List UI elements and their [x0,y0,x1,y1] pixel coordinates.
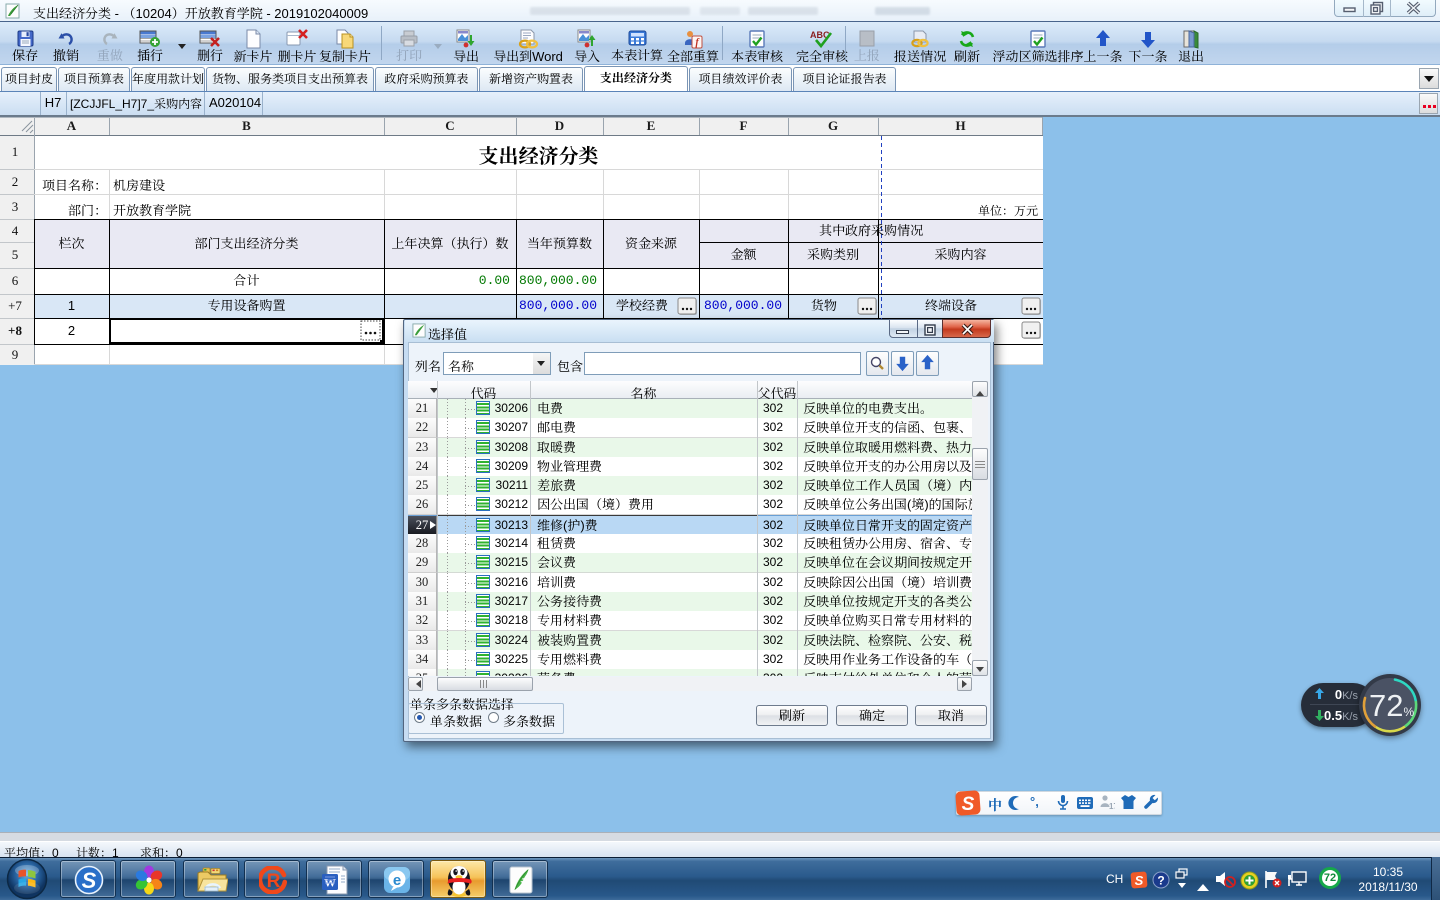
svg-text:17: 17 [1109,802,1115,811]
svg-text:?: ? [1157,874,1164,888]
svg-text:S: S [82,868,97,893]
svg-text:e: e [393,872,401,889]
svg-text:S: S [962,794,975,815]
svg-text:S: S [1135,873,1144,888]
svg-text:R: R [267,871,281,892]
